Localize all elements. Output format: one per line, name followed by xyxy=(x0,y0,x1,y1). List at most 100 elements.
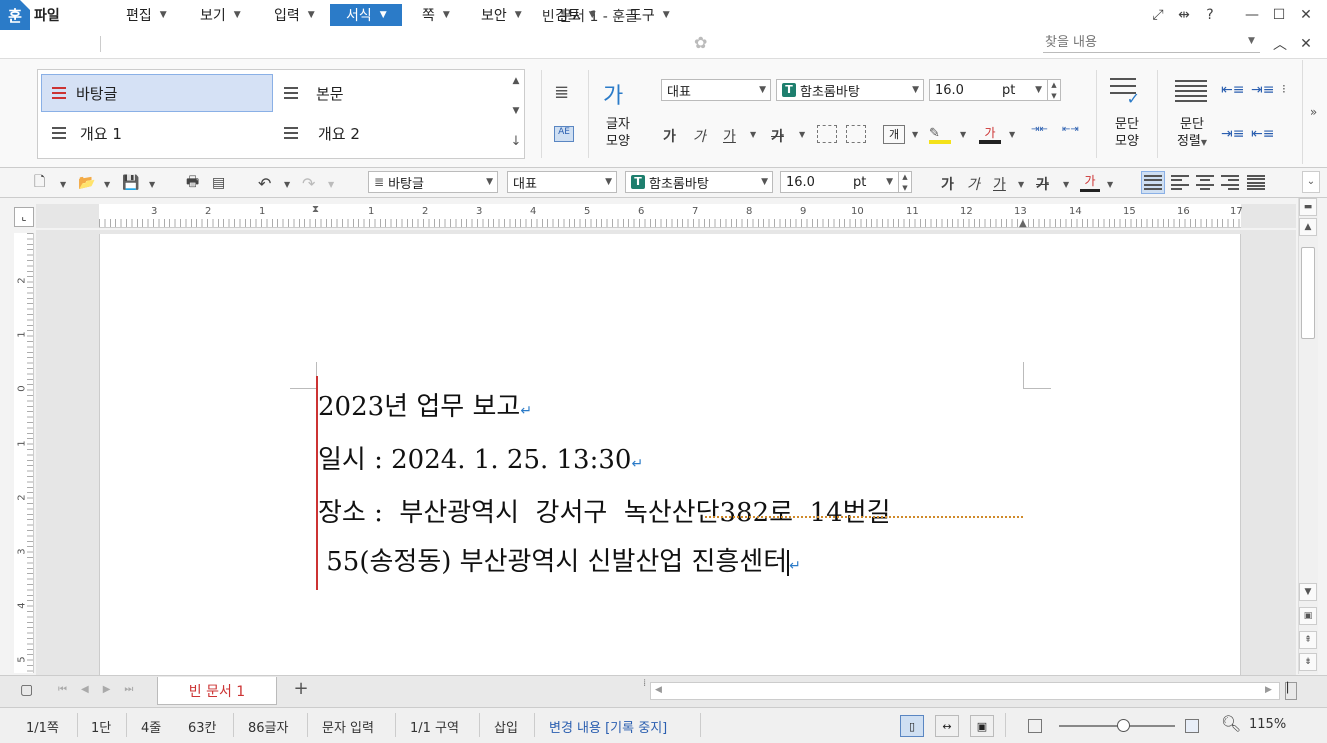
font-color-icon[interactable]: 가 xyxy=(979,124,1001,144)
close-doc-icon[interactable]: ✕ xyxy=(1294,33,1318,55)
chevron-down-icon[interactable]: ▼ xyxy=(1063,180,1069,189)
toolbar-underline-button[interactable]: 가 xyxy=(993,174,1006,194)
toolbar-bold-button[interactable]: 가 xyxy=(941,174,954,194)
toolbar-style-select[interactable]: ≣ 바탕글 ▼ xyxy=(368,171,498,193)
toolbar-size-input[interactable]: 16.0 pt ▼ ▲ ▼ xyxy=(780,171,912,193)
next-page-icon[interactable]: ⇟ xyxy=(1299,653,1317,671)
find-input[interactable] xyxy=(1043,33,1260,53)
ribbon-size-input[interactable]: 16.0 pt ▼ ▲ ▼ xyxy=(929,79,1061,101)
fullscreen-icon[interactable]: ⤢ xyxy=(1146,4,1170,26)
char-spacing-wide-icon[interactable]: ⇤⇥ xyxy=(1062,124,1079,135)
scroll-left-icon[interactable]: ◀ xyxy=(655,685,662,695)
save-icon[interactable]: 💾 xyxy=(122,173,139,193)
menu-view[interactable]: 보기 ▼ xyxy=(194,4,247,26)
chevron-down-icon[interactable]: ▼ xyxy=(149,180,155,189)
chevron-down-icon[interactable]: ▼ xyxy=(284,180,290,189)
split-view-icon[interactable]: ⇹ xyxy=(1172,4,1196,26)
collapse-ribbon-icon[interactable]: ︿ xyxy=(1268,33,1292,55)
hscroll-end-icon[interactable]: ▏ xyxy=(1285,682,1297,700)
tab-list-icon[interactable]: ▢ xyxy=(20,682,33,698)
page-view-button[interactable]: ▯ xyxy=(900,715,924,737)
outline-demote-icon[interactable]: ⇥≡ xyxy=(1221,126,1244,142)
chevron-down-icon[interactable]: ▼ xyxy=(328,180,334,189)
menu-insert[interactable]: 입력 ▼ xyxy=(268,4,321,26)
zoom-in-icon[interactable] xyxy=(1185,719,1199,733)
bold-button[interactable]: 가 xyxy=(663,126,676,146)
more-options-icon[interactable]: ⁝ xyxy=(1282,82,1286,96)
indent-marker-icon[interactable]: ⧗ xyxy=(312,204,322,228)
para-shape-icon[interactable]: ✓ xyxy=(1110,78,1140,108)
style-item-outline-2[interactable]: 개요 2 xyxy=(284,114,504,152)
style-item-body[interactable]: 본문 xyxy=(284,74,504,112)
new-style-icon[interactable]: ≣ xyxy=(554,82,569,103)
style-folder-icon[interactable]: AE xyxy=(554,126,574,142)
full-view-button[interactable]: ▣ xyxy=(970,715,994,737)
status-input-mode[interactable]: 문자 입력 xyxy=(322,717,374,736)
align-center-button[interactable] xyxy=(1196,175,1214,190)
toolbar-lang-select[interactable]: 대표 ▼ xyxy=(507,171,617,193)
para-shape-button[interactable]: 문단 모양 xyxy=(1106,116,1148,150)
align-left-button[interactable] xyxy=(1171,175,1189,190)
ribbon-expand-icon[interactable]: » xyxy=(1302,60,1324,164)
underline-button[interactable]: 가 xyxy=(723,126,736,146)
maximize-button[interactable]: ☐ xyxy=(1267,4,1291,26)
menu-edit[interactable]: 편집 ▼ xyxy=(120,4,173,26)
puzzle-icon[interactable]: ✿ xyxy=(694,33,714,53)
scroll-top-icon[interactable]: ▬ xyxy=(1299,198,1317,216)
scroll-up-icon[interactable]: ▲ xyxy=(1299,218,1317,236)
chevron-down-icon[interactable]: ▼ xyxy=(960,130,966,139)
tab-type-icon[interactable]: ⌞ xyxy=(14,207,34,227)
toolbar-strikethrough-button[interactable]: 가 xyxy=(1036,174,1049,194)
ribbon-font-select[interactable]: T 함초롬바탕 ▼ xyxy=(776,79,924,101)
toolbar-font-color-icon[interactable]: 가 xyxy=(1080,172,1100,192)
chevron-down-icon[interactable]: ▼ xyxy=(799,130,805,139)
magnifier-icon[interactable]: 🔍︎ xyxy=(1221,714,1241,733)
zoom-slider-thumb[interactable] xyxy=(1116,719,1130,732)
size-spinner[interactable]: ▲ ▼ xyxy=(1047,79,1060,101)
superscript-icon[interactable] xyxy=(817,125,837,143)
indent-decrease-icon[interactable]: ⇤≡ xyxy=(1221,82,1244,98)
zoom-out-icon[interactable] xyxy=(1028,719,1042,733)
strikethrough-button[interactable]: 가 xyxy=(771,126,784,146)
char-shape-icon[interactable]: 가 xyxy=(603,78,623,110)
chevron-down-icon[interactable]: ▼ xyxy=(750,130,756,139)
char-shape-button[interactable]: 글자 모양 xyxy=(598,116,638,150)
size-spinner[interactable]: ▲ ▼ xyxy=(898,171,911,193)
char-outline-icon[interactable]: 개 xyxy=(883,125,905,144)
gallery-up-icon[interactable]: ▲ xyxy=(508,76,524,86)
vertical-ruler[interactable]: 2 1 0 1 2 3 4 5 xyxy=(14,233,34,673)
splitter-handle-icon[interactable]: ⁞ xyxy=(643,678,646,689)
toolbar-font-select[interactable]: T 함초롬바탕 ▼ xyxy=(625,171,773,193)
undo-icon[interactable]: ↶ xyxy=(258,173,271,193)
redo-icon[interactable]: ↷ xyxy=(302,173,315,193)
menu-page[interactable]: 쪽 ▼ xyxy=(416,4,456,26)
style-item-basic[interactable]: 바탕글 xyxy=(41,74,273,112)
page-view-icon[interactable]: ▣ xyxy=(1299,607,1317,625)
scroll-down-icon[interactable]: ▼ xyxy=(1299,583,1317,601)
close-window-button[interactable]: ✕ xyxy=(1294,4,1318,26)
status-track-changes[interactable]: 변경 내용 [기록 중지] xyxy=(549,717,667,736)
add-tab-button[interactable]: + xyxy=(283,678,319,704)
tab-nav-icons[interactable]: ⏮◀▶⏭ xyxy=(58,684,147,695)
horizontal-ruler[interactable]: 3 2 1 1 2 3 4 5 6 7 8 9 10 11 12 13 14 1… xyxy=(99,204,1243,229)
chevron-down-icon[interactable]: ▼ xyxy=(1018,180,1024,189)
horizontal-scrollbar[interactable] xyxy=(650,682,1280,700)
chevron-down-icon[interactable]: ▼ xyxy=(104,180,110,189)
para-align-icon[interactable] xyxy=(1175,80,1207,102)
indent-increase-icon[interactable]: ⇥≡ xyxy=(1251,82,1274,98)
menu-format[interactable]: 서식 ▼ xyxy=(330,4,402,26)
align-distribute-button[interactable] xyxy=(1247,175,1265,190)
italic-button[interactable]: 가 xyxy=(693,126,706,146)
menu-tools[interactable]: 도구 ▼ xyxy=(623,4,676,26)
menu-review[interactable]: 검토 ▼ xyxy=(549,4,602,26)
chevron-down-icon[interactable]: ▼ xyxy=(1248,36,1255,46)
status-insert[interactable]: 삽입 xyxy=(494,717,518,736)
menu-file[interactable]: 파일 xyxy=(28,4,66,26)
open-folder-icon[interactable]: 📂 xyxy=(78,173,95,193)
outline-promote-icon[interactable]: ⇤≡ xyxy=(1251,126,1274,142)
toolbar-italic-button[interactable]: 가 xyxy=(967,174,980,194)
prev-page-icon[interactable]: ⇞ xyxy=(1299,631,1317,649)
vertical-scroll-thumb[interactable] xyxy=(1301,247,1315,339)
document-body[interactable]: 2023년 업무 보고↵ 일시 : 2024. 1. 25. 13:30↵ 장소… xyxy=(318,383,1038,591)
help-icon[interactable]: ? xyxy=(1198,4,1222,26)
